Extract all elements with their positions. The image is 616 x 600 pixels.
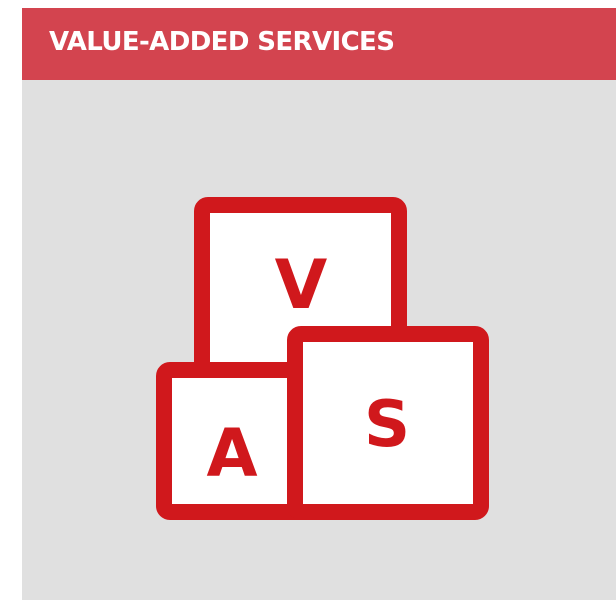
block-a-letter: A	[206, 415, 257, 492]
vas-blocks-icon: V A S	[156, 197, 489, 520]
block-s-letter: S	[364, 388, 410, 462]
service-card: VALUE-ADDED SERVICES V A S	[22, 8, 616, 600]
block-v-letter: V	[275, 246, 328, 325]
